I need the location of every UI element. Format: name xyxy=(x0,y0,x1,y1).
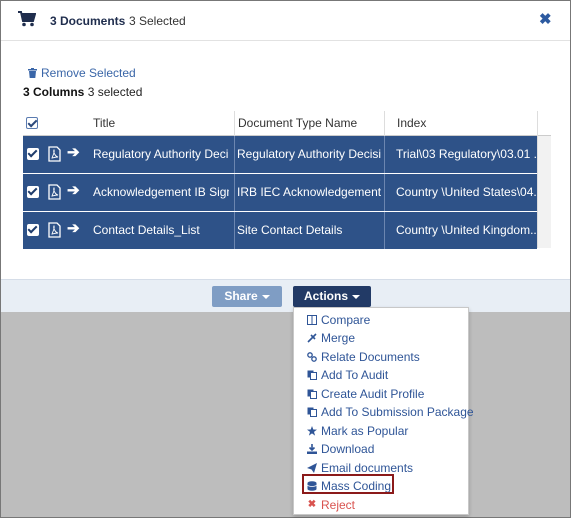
table-row[interactable]: ➔ Acknowledgement IB Sign... IRB IEC Ack… xyxy=(23,174,537,211)
menu-item-compare[interactable]: Compare xyxy=(307,311,370,328)
arrow-right-icon[interactable]: ➔ xyxy=(67,221,80,236)
copy-icon xyxy=(307,389,317,399)
menu-item-label: Reject xyxy=(321,497,356,512)
row-document-type: Regulatory Authority Decisi... xyxy=(237,147,381,161)
close-icon[interactable]: ✖ xyxy=(539,12,552,27)
row-checkbox[interactable] xyxy=(27,148,39,160)
grid-scrollbar[interactable] xyxy=(537,136,551,248)
column-header-index[interactable]: Index xyxy=(397,116,426,130)
star-icon xyxy=(307,425,317,436)
actions-button[interactable]: Actions xyxy=(293,286,371,307)
row-index: Trial\03 Regulatory\03.01 ... xyxy=(396,147,536,161)
table-row[interactable]: ➔ Contact Details_List Site Contact Deta… xyxy=(23,212,537,249)
compare-icon xyxy=(307,314,317,325)
menu-item-merge[interactable]: Merge xyxy=(307,329,355,346)
selected-documents-panel: 3 Documents 3 Selected ✖ Remove Selected… xyxy=(1,1,570,279)
grid-header: Title Document Type Name Index xyxy=(23,111,551,136)
panel-header: 3 Documents 3 Selected ✖ xyxy=(1,1,570,41)
merge-icon xyxy=(307,332,317,343)
menu-item-label: Email documents xyxy=(321,460,414,475)
selected-count: 3 Selected xyxy=(129,14,186,28)
menu-item-label: Create Audit Profile xyxy=(321,386,425,401)
row-checkbox[interactable] xyxy=(27,186,39,198)
column-header-document-type[interactable]: Document Type Name xyxy=(238,116,357,130)
select-all-checkbox[interactable] xyxy=(26,117,38,129)
chevron-down-icon xyxy=(352,294,360,299)
menu-item-add-to-submission-package[interactable]: Add To Submission Package xyxy=(307,403,474,420)
table-row[interactable]: ➔ Regulatory Authority Deci... Regulator… xyxy=(23,136,537,173)
actions-label: Actions xyxy=(303,289,348,303)
menu-item-label: Merge xyxy=(321,330,356,345)
columns-summary: 3 Columns 3 selected xyxy=(23,85,142,99)
send-icon xyxy=(307,462,317,473)
row-document-type: IRB IEC Acknowledgement ... xyxy=(237,185,381,199)
menu-item-label: Add To Audit xyxy=(321,367,389,382)
copy-icon xyxy=(307,407,317,417)
document-count: 3 Documents xyxy=(50,14,126,28)
columns-selected: 3 selected xyxy=(87,85,143,99)
menu-item-reject[interactable]: ✖ Reject xyxy=(307,496,355,513)
share-label: Share xyxy=(224,289,258,303)
panel-footer: Share Actions xyxy=(1,279,570,312)
share-button[interactable]: Share xyxy=(212,286,282,307)
row-title: Acknowledgement IB Sign... xyxy=(93,185,229,199)
menu-item-mark-as-popular[interactable]: Mark as Popular xyxy=(307,422,408,439)
row-checkbox[interactable] xyxy=(27,224,39,236)
copy-icon xyxy=(307,370,317,380)
x-icon: ✖ xyxy=(307,498,317,510)
pdf-icon xyxy=(48,146,61,162)
row-title: Regulatory Authority Deci... xyxy=(93,147,229,161)
mass-coding-highlight xyxy=(302,474,394,494)
menu-item-label: Relate Documents xyxy=(321,349,420,364)
menu-item-create-audit-profile[interactable]: Create Audit Profile xyxy=(307,385,424,402)
row-index: Country \United States\04... xyxy=(396,185,536,199)
download-icon xyxy=(307,443,317,454)
remove-selected-label: Remove Selected xyxy=(41,66,136,80)
row-title: Contact Details_List xyxy=(93,223,200,237)
arrow-right-icon[interactable]: ➔ xyxy=(67,145,80,160)
menu-item-label: Compare xyxy=(321,312,371,327)
menu-item-label: Add To Submission Package xyxy=(321,404,474,419)
remove-selected-link[interactable]: Remove Selected xyxy=(28,66,136,80)
column-header-title[interactable]: Title xyxy=(93,116,115,130)
menu-item-relate-documents[interactable]: Relate Documents xyxy=(307,348,420,365)
arrow-right-icon[interactable]: ➔ xyxy=(67,183,80,198)
cart-icon xyxy=(18,11,36,27)
link-icon xyxy=(307,351,317,362)
documents-grid: Title Document Type Name Index ➔ Regulat… xyxy=(23,111,551,251)
chevron-down-icon xyxy=(261,294,270,299)
pdf-icon xyxy=(48,184,61,200)
menu-item-add-to-audit[interactable]: Add To Audit xyxy=(307,366,388,383)
row-index: Country \United Kingdom... xyxy=(396,223,536,237)
menu-item-label: Mark as Popular xyxy=(321,423,409,438)
columns-count: 3 Columns xyxy=(23,85,85,99)
trash-icon xyxy=(28,68,37,78)
pdf-icon xyxy=(48,222,61,238)
menu-item-label: Download xyxy=(321,441,375,456)
row-document-type: Site Contact Details xyxy=(237,223,343,237)
menu-item-download[interactable]: Download xyxy=(307,440,374,457)
